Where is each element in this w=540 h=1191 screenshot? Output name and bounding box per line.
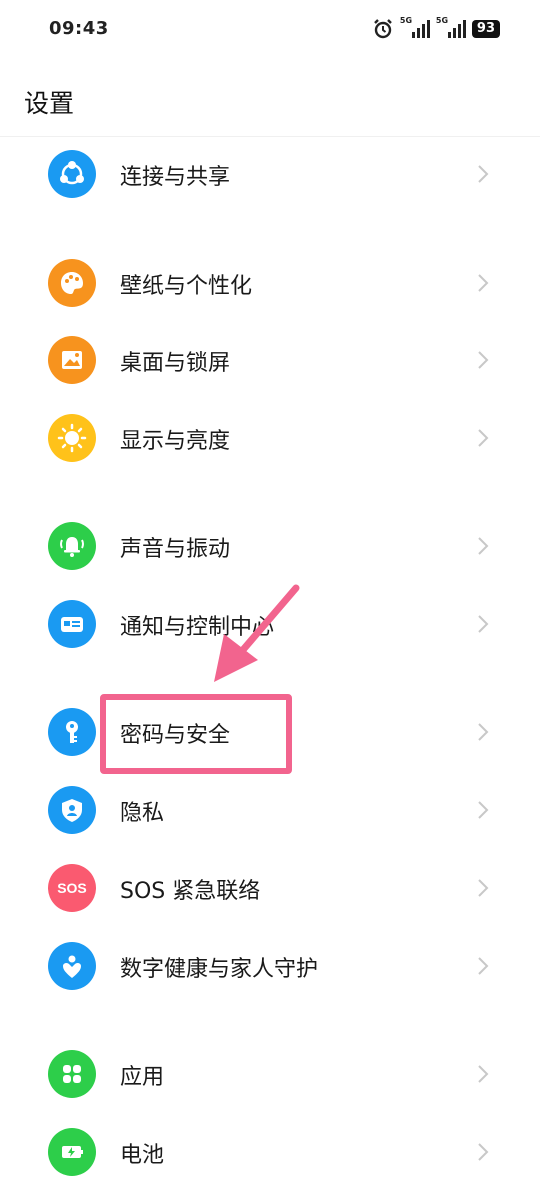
settings-item-label: 通知与控制中心 — [120, 615, 275, 640]
notification-panel-icon — [48, 600, 96, 648]
chevron-right-icon — [478, 351, 489, 369]
settings-item-label: 声音与振动 — [120, 537, 231, 562]
image-icon — [48, 336, 96, 384]
settings-item-sos[interactable]: SOS SOS 紧急联络 — [0, 849, 540, 927]
chevron-right-icon — [478, 165, 489, 183]
settings-item-label: SOS 紧急联络 — [120, 879, 261, 904]
chevron-right-icon — [478, 957, 489, 975]
battery-icon — [48, 1128, 96, 1176]
status-icons: 5G 5G 93 — [372, 16, 500, 42]
chevron-right-icon — [478, 537, 489, 555]
heart-person-icon — [48, 942, 96, 990]
share-icon — [48, 150, 96, 198]
status-bar: 09:43 5G 5G 93 — [0, 0, 540, 60]
settings-item-connect-share[interactable]: 连接与共享 — [0, 135, 540, 213]
settings-item-desktop-lock[interactable]: 桌面与锁屏 — [0, 321, 540, 399]
key-icon — [48, 708, 96, 756]
settings-item-privacy[interactable]: 隐私 — [0, 771, 540, 849]
settings-item-notification[interactable]: 通知与控制中心 — [0, 585, 540, 663]
settings-item-battery[interactable]: 电池 — [0, 1113, 540, 1191]
apps-grid-icon — [48, 1050, 96, 1098]
settings-item-sound[interactable]: 声音与振动 — [0, 507, 540, 585]
settings-item-label: 应用 — [120, 1065, 165, 1090]
settings-item-label: 电池 — [120, 1143, 165, 1168]
settings-item-label: 桌面与锁屏 — [120, 351, 231, 376]
settings-item-label: 数字健康与家人守护 — [120, 957, 319, 982]
network-type-label: 5G — [399, 16, 413, 25]
sos-icon: SOS — [48, 864, 96, 912]
settings-item-wallpaper[interactable]: 壁纸与个性化 — [0, 244, 540, 322]
settings-item-label: 显示与亮度 — [120, 429, 231, 454]
settings-item-apps[interactable]: 应用 — [0, 1035, 540, 1113]
settings-item-label: 壁纸与个性化 — [120, 274, 253, 299]
settings-item-digital-health[interactable]: 数字健康与家人守护 — [0, 927, 540, 1005]
network-type-label: 5G — [435, 16, 449, 25]
signal-sim2-icon: 5G — [435, 16, 466, 40]
chevron-right-icon — [478, 723, 489, 741]
status-time: 09:43 — [49, 18, 109, 39]
palette-icon — [48, 259, 96, 307]
chevron-right-icon — [478, 879, 489, 897]
settings-item-label: 连接与共享 — [120, 165, 231, 190]
sos-icon-text: SOS — [57, 880, 87, 896]
shield-user-icon — [48, 786, 96, 834]
chevron-right-icon — [478, 615, 489, 633]
chevron-right-icon — [478, 429, 489, 447]
chevron-right-icon — [478, 801, 489, 819]
highlight-box — [100, 694, 292, 774]
signal-sim1-icon: 5G — [399, 16, 430, 40]
bell-icon — [48, 522, 96, 570]
chevron-right-icon — [478, 1065, 489, 1083]
alarm-icon — [374, 19, 392, 39]
chevron-right-icon — [478, 274, 489, 292]
battery-level: 93 — [471, 20, 500, 38]
page-title: 设置 — [24, 89, 75, 118]
chevron-right-icon — [478, 1143, 489, 1161]
settings-item-display[interactable]: 显示与亮度 — [0, 399, 540, 477]
sun-icon — [48, 414, 96, 462]
settings-item-label: 隐私 — [120, 801, 165, 826]
